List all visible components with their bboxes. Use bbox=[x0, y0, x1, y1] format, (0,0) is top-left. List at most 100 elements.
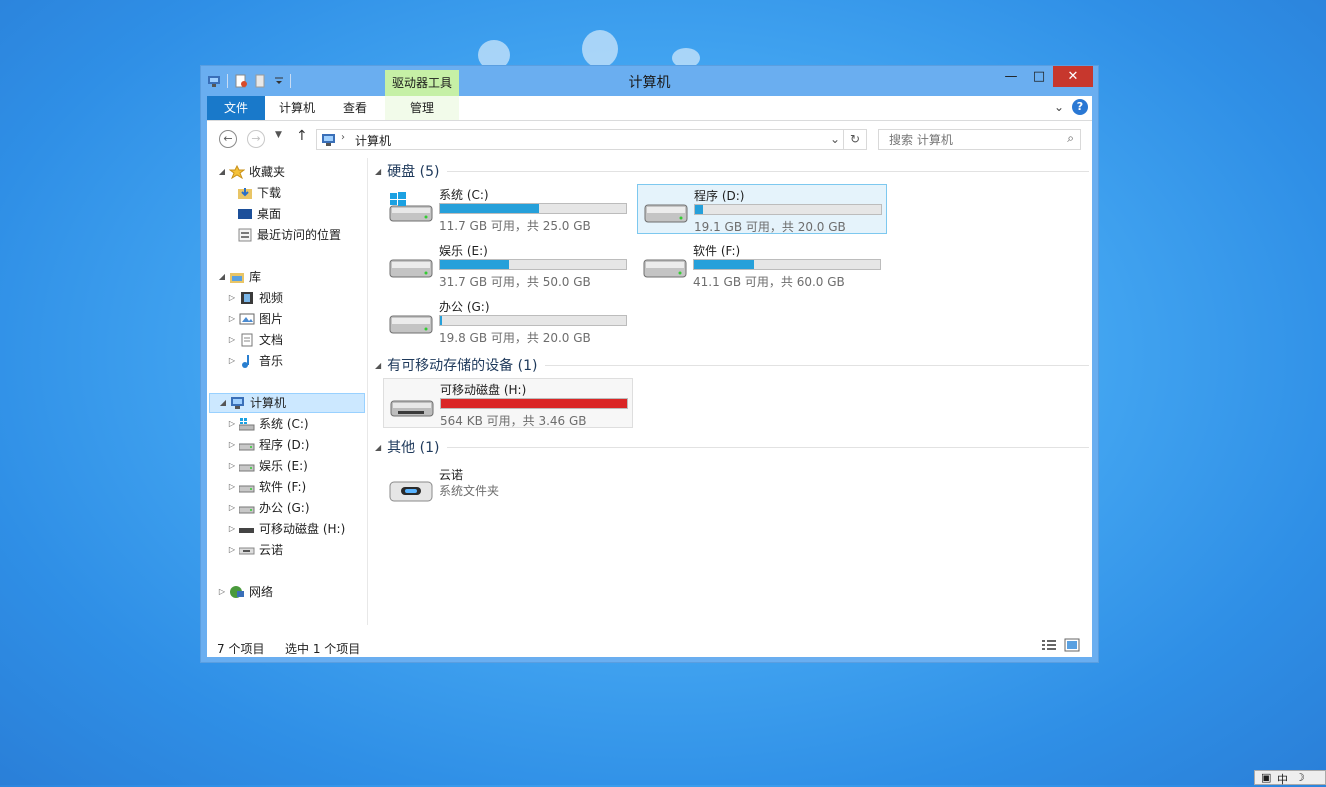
group-header-removable[interactable]: ◢ 有可移动存储的设备 (1) bbox=[375, 355, 1089, 375]
nav-drive-f[interactable]: ▷ 软件 (F:) bbox=[227, 477, 306, 497]
drive-tile-g[interactable]: 办公 (G:) 19.8 GB 可用，共 20.0 GB bbox=[383, 296, 633, 346]
cloud-drive-icon bbox=[389, 481, 433, 502]
nav-favorites[interactable]: ◢ 收藏夹 bbox=[217, 162, 285, 182]
usage-bar bbox=[694, 204, 882, 215]
hard-drive-icon bbox=[643, 259, 687, 278]
expand-arrow-icon[interactable]: ◢ bbox=[217, 162, 227, 182]
forward-button[interactable]: → bbox=[247, 130, 265, 148]
expand-arrow-icon[interactable]: ▷ bbox=[227, 519, 237, 539]
nav-label: 系统 (C:) bbox=[259, 417, 309, 431]
drive-tile-h[interactable]: 可移动磁盘 (H:) 564 KB 可用，共 3.46 GB bbox=[383, 378, 633, 428]
recent-locations-icon[interactable]: ▼ bbox=[275, 130, 282, 140]
collapse-arrow-icon[interactable]: ◢ bbox=[375, 361, 381, 370]
nav-label: 收藏夹 bbox=[249, 165, 286, 179]
folder-tile-yunnuo[interactable]: 云诺 系统文件夹 bbox=[383, 464, 633, 514]
expand-arrow-icon[interactable]: ▷ bbox=[227, 288, 237, 308]
video-icon bbox=[239, 291, 255, 305]
tab-computer[interactable]: 计算机 bbox=[267, 96, 327, 120]
expand-arrow-icon[interactable]: ▷ bbox=[227, 498, 237, 518]
title-bar[interactable]: 驱动器工具 计算机 — □ ✕ bbox=[201, 66, 1098, 96]
up-arrow-icon[interactable]: ↑ bbox=[296, 128, 308, 144]
group-header-other[interactable]: ◢ 其他 (1) bbox=[375, 437, 1089, 457]
nav-item-pictures[interactable]: ▷ 图片 bbox=[227, 309, 283, 329]
expand-arrow-icon[interactable]: ▷ bbox=[227, 456, 237, 476]
minimize-button[interactable]: — bbox=[997, 66, 1025, 87]
back-button[interactable]: ← bbox=[219, 130, 237, 148]
collapse-arrow-icon[interactable]: ◢ bbox=[375, 443, 381, 452]
nav-label: 视频 bbox=[259, 291, 284, 305]
details-view-icon[interactable] bbox=[1041, 638, 1057, 655]
nav-drive-g[interactable]: ▷ 办公 (G:) bbox=[227, 498, 310, 518]
system-drive-icon bbox=[389, 192, 433, 222]
search-icon[interactable]: ⌕ bbox=[1067, 131, 1074, 146]
drive-tile-c[interactable]: 系统 (C:) 11.7 GB 可用，共 25.0 GB bbox=[383, 184, 633, 234]
documents-icon bbox=[239, 333, 255, 347]
drive-name: 办公 (G:) bbox=[439, 300, 490, 314]
group-header-hdd[interactable]: ◢ 硬盘 (5) bbox=[375, 161, 1089, 181]
usage-fill bbox=[694, 260, 754, 269]
expand-arrow-icon[interactable]: ▷ bbox=[227, 477, 237, 497]
nav-item-recent[interactable]: 最近访问的位置 bbox=[235, 225, 341, 245]
hard-drive-icon bbox=[238, 501, 255, 515]
expand-arrow-icon[interactable]: ◢ bbox=[217, 267, 227, 287]
ribbon-expand-icon[interactable]: ⌄ bbox=[1054, 100, 1064, 114]
nav-network[interactable]: ▷ 网络 bbox=[217, 582, 273, 602]
collapse-arrow-icon[interactable]: ◢ bbox=[375, 167, 381, 176]
expand-arrow-icon[interactable]: ▷ bbox=[217, 582, 227, 602]
ime-indicator[interactable]: ▣ 中 ☽ bbox=[1254, 770, 1326, 786]
refresh-icon[interactable]: ↻ bbox=[843, 130, 866, 149]
search-box[interactable]: ⌕ bbox=[878, 129, 1081, 150]
tab-file[interactable]: 文件 bbox=[207, 96, 265, 120]
drive-tile-d[interactable]: 程序 (D:) 19.1 GB 可用，共 20.0 GB bbox=[637, 184, 887, 234]
expand-arrow-icon[interactable]: ▷ bbox=[227, 414, 237, 434]
breadcrumb-computer[interactable]: 计算机 bbox=[355, 132, 391, 149]
close-button[interactable]: ✕ bbox=[1053, 66, 1093, 87]
nav-yunnuo[interactable]: ▷ 云诺 bbox=[227, 540, 283, 560]
expand-arrow-icon[interactable]: ▷ bbox=[227, 540, 237, 560]
hard-drive-icon bbox=[644, 204, 688, 223]
expand-arrow-icon[interactable]: ▷ bbox=[227, 309, 237, 329]
nav-label: 软件 (F:) bbox=[259, 480, 307, 494]
expand-arrow-icon[interactable]: ◢ bbox=[218, 393, 228, 413]
nav-item-documents[interactable]: ▷ 文档 bbox=[227, 330, 283, 350]
tab-manage[interactable]: 管理 bbox=[385, 96, 459, 120]
drive-name: 软件 (F:) bbox=[693, 244, 741, 258]
expand-arrow-icon[interactable]: ▷ bbox=[227, 351, 237, 371]
nav-item-downloads[interactable]: 下载 bbox=[235, 183, 281, 203]
drive-tile-e[interactable]: 娱乐 (E:) 31.7 GB 可用，共 50.0 GB bbox=[383, 240, 633, 290]
hard-drive-icon bbox=[389, 315, 433, 334]
computer-icon bbox=[321, 133, 337, 150]
nav-drive-c[interactable]: ▷ 系统 (C:) bbox=[227, 414, 309, 434]
nav-libraries[interactable]: ◢ 库 bbox=[217, 267, 261, 287]
nav-label: 办公 (G:) bbox=[259, 501, 310, 515]
recent-places-icon bbox=[237, 228, 253, 242]
network-icon bbox=[229, 585, 245, 599]
breadcrumb-chevron-icon[interactable]: › bbox=[341, 132, 345, 143]
expand-arrow-icon[interactable]: ▷ bbox=[227, 435, 237, 455]
nav-drive-h[interactable]: ▷ 可移动磁盘 (H:) bbox=[227, 519, 345, 539]
nav-label: 音乐 bbox=[259, 354, 284, 368]
large-icons-view-icon[interactable] bbox=[1064, 638, 1080, 655]
nav-item-music[interactable]: ▷ 音乐 bbox=[227, 351, 283, 371]
nav-computer[interactable]: ◢ 计算机 bbox=[209, 393, 365, 413]
help-icon[interactable]: ? bbox=[1072, 99, 1088, 115]
usage-fill bbox=[440, 204, 539, 213]
drive-space-info: 41.1 GB 可用，共 60.0 GB bbox=[693, 275, 845, 289]
nav-item-videos[interactable]: ▷ 视频 bbox=[227, 288, 283, 308]
selection-count: 选中 1 个项目 bbox=[285, 642, 361, 656]
nav-item-desktop[interactable]: 桌面 bbox=[235, 204, 281, 224]
tab-view[interactable]: 查看 bbox=[329, 96, 381, 120]
address-dropdown-icon[interactable]: ⌄ bbox=[830, 132, 840, 146]
address-bar[interactable]: › 计算机 ⌄ ↻ bbox=[316, 129, 867, 150]
search-input[interactable] bbox=[887, 130, 1061, 150]
nav-drive-e[interactable]: ▷ 娱乐 (E:) bbox=[227, 456, 308, 476]
usage-bar bbox=[440, 398, 628, 409]
expand-arrow-icon[interactable]: ▷ bbox=[227, 330, 237, 350]
drive-tile-f[interactable]: 软件 (F:) 41.1 GB 可用，共 60.0 GB bbox=[637, 240, 887, 290]
nav-label: 娱乐 (E:) bbox=[259, 459, 308, 473]
nav-drive-d[interactable]: ▷ 程序 (D:) bbox=[227, 435, 310, 455]
system-drive-icon bbox=[238, 417, 255, 431]
library-folder-icon bbox=[229, 270, 245, 284]
usage-fill bbox=[440, 260, 509, 269]
maximize-button[interactable]: □ bbox=[1025, 66, 1053, 87]
